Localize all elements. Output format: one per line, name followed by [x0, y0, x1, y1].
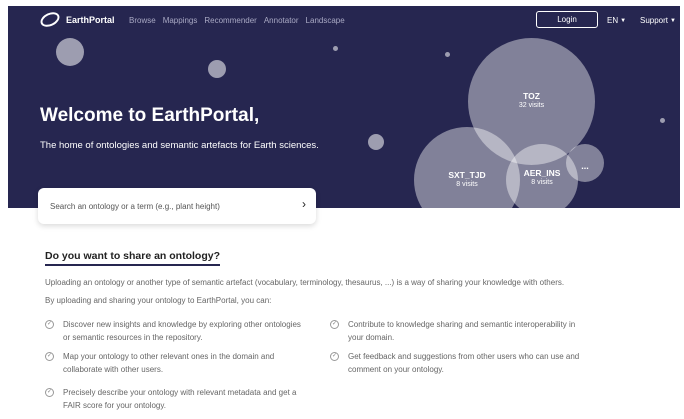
bubble-name: TOZ [523, 91, 540, 101]
logo-text: EarthPortal [66, 14, 115, 25]
nav-link-annotator[interactable]: Annotator [264, 16, 299, 25]
hero-banner: EarthPortal Browse Mappings Recommender … [8, 6, 680, 208]
feature-item: ✓ Discover new insights and knowledge by… [45, 318, 303, 344]
share-intro: Uploading an ontology or another type of… [45, 278, 565, 287]
hero-subtitle: The home of ontologies and semantic arte… [40, 140, 319, 151]
feature-text: Discover new insights and knowledge by e… [63, 320, 301, 342]
check-circle-icon: ✓ [330, 352, 339, 361]
support-label: Support [640, 16, 669, 25]
nav-link-recommender[interactable]: Recommender [204, 16, 256, 25]
search-box: › [38, 188, 316, 224]
feature-text: Precisely describe your ontology with re… [63, 388, 297, 410]
feature-item: ✓ Contribute to knowledge sharing and se… [330, 318, 588, 344]
support-dropdown[interactable]: Support ▼ [640, 16, 676, 25]
check-circle-icon: ✓ [45, 320, 54, 329]
nav-link-mappings[interactable]: Mappings [163, 16, 198, 25]
chevron-down-icon: ▼ [620, 17, 627, 24]
feature-text: Contribute to knowledge sharing and sema… [348, 320, 576, 342]
nav-link-landscape[interactable]: Landscape [306, 16, 345, 25]
bubble-visits: 32 visits [518, 102, 545, 109]
check-circle-icon: ✓ [330, 320, 339, 329]
decor-circle [660, 118, 665, 123]
feature-text: Get feedback and suggestions from other … [348, 352, 580, 374]
logo[interactable]: EarthPortal [38, 9, 115, 30]
search-input[interactable] [50, 199, 290, 213]
hero-title: Welcome to EarthPortal, [40, 105, 260, 126]
feature-item: ✓ Map your ontology to other relevant on… [45, 350, 303, 376]
bubble-name: SXT_TJD [448, 170, 486, 180]
feature-item: ✓ Precisely describe your ontology with … [45, 386, 303, 412]
decor-circle [208, 60, 226, 78]
chevron-right-icon[interactable]: › [302, 197, 306, 211]
more-label: ... [581, 161, 589, 171]
decor-circle [56, 38, 84, 66]
share-section-title: Do you want to share an ontology? [45, 250, 221, 266]
bubble-visits: 8 visits [531, 179, 553, 186]
bubble-visits: 8 visits [456, 181, 478, 188]
check-circle-icon: ✓ [45, 388, 54, 397]
nav-links: Browse Mappings Recommender Annotator La… [129, 16, 345, 25]
language-label: EN [607, 16, 619, 25]
decor-circle [333, 46, 338, 51]
decor-circle [445, 52, 450, 57]
earthportal-logo-icon [38, 9, 62, 30]
decor-circle [368, 134, 384, 150]
nav-link-browse[interactable]: Browse [129, 16, 156, 25]
chevron-down-icon: ▼ [670, 17, 676, 24]
more-ontologies-bubble[interactable]: ... [566, 144, 604, 182]
share-lead: By uploading and sharing your ontology t… [45, 296, 272, 305]
check-circle-icon: ✓ [45, 352, 54, 361]
feature-item: ✓ Get feedback and suggestions from othe… [330, 350, 588, 376]
feature-text: Map your ontology to other relevant ones… [63, 352, 275, 374]
top-navbar: EarthPortal Browse Mappings Recommender … [8, 6, 680, 34]
login-button[interactable]: Login [536, 11, 598, 28]
language-dropdown[interactable]: EN ▼ [607, 16, 626, 25]
